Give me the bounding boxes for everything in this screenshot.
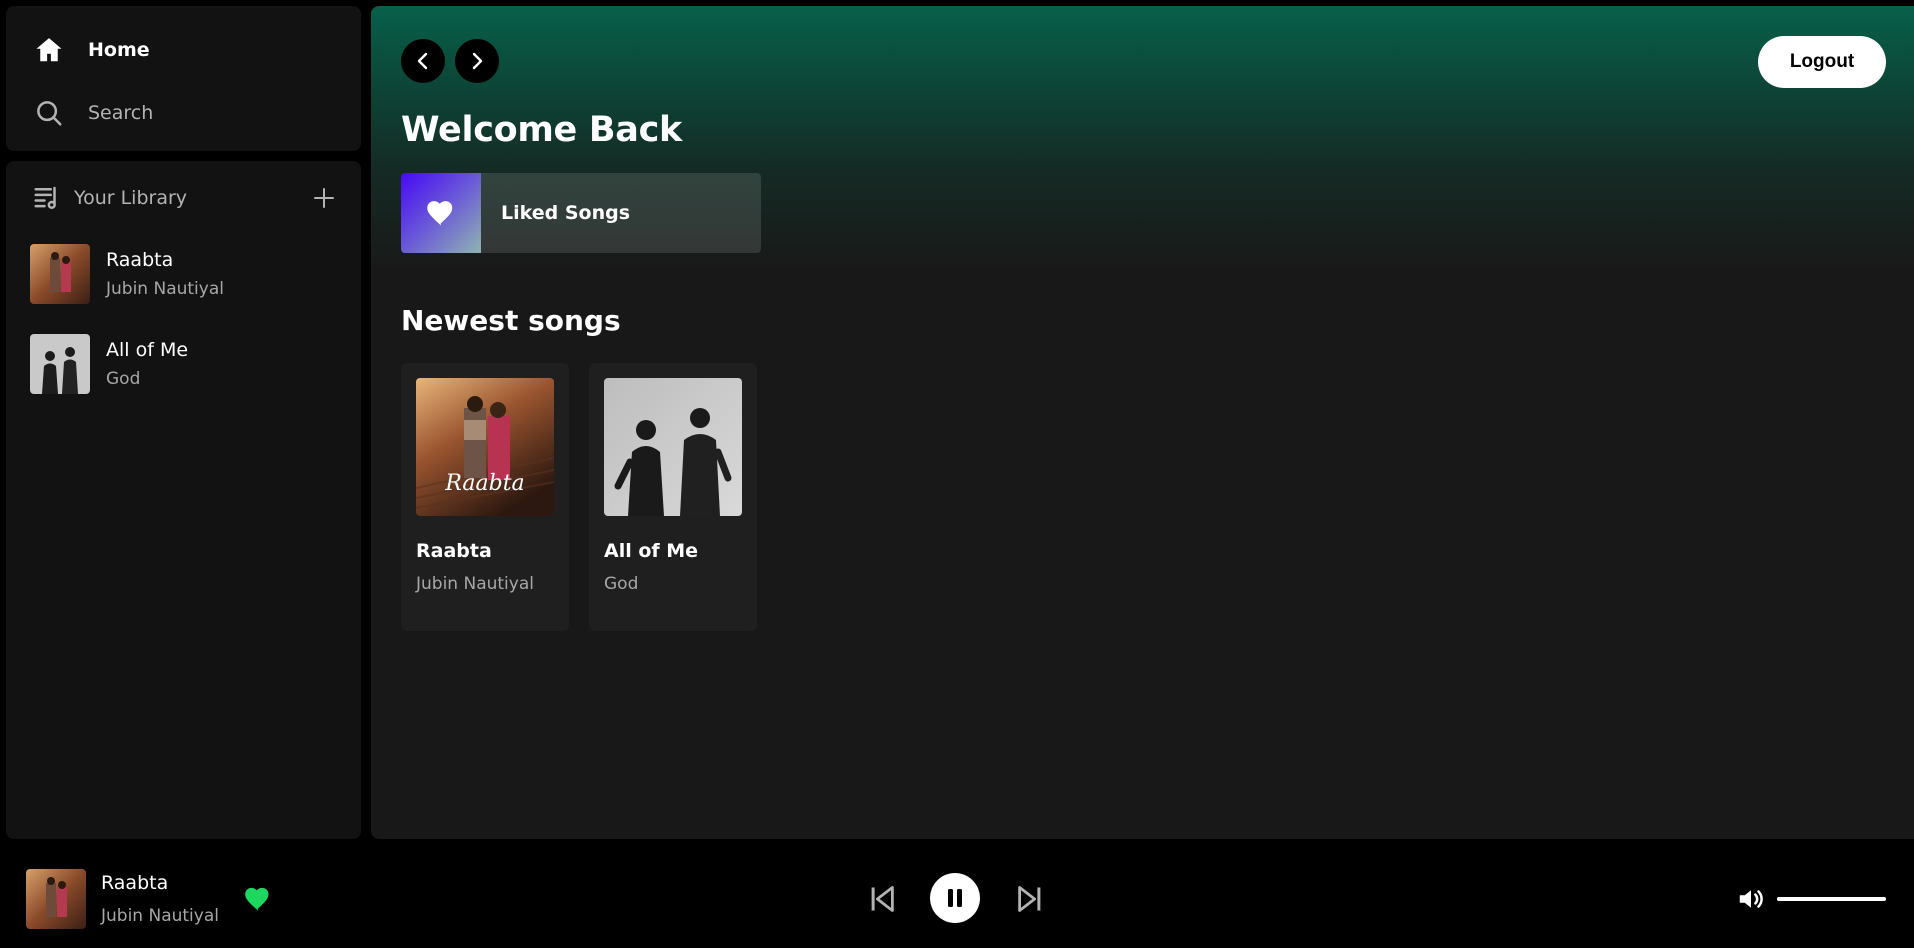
search-icon xyxy=(32,96,66,130)
library-item-artist: Jubin Nautiyal xyxy=(106,279,224,299)
liked-songs-shortcut[interactable]: Liked Songs xyxy=(401,173,761,253)
now-playing-title[interactable]: Raabta xyxy=(101,872,168,894)
logout-button[interactable]: Logout xyxy=(1758,36,1886,88)
pause-button[interactable] xyxy=(930,873,980,923)
home-icon xyxy=(32,33,66,67)
back-button[interactable] xyxy=(401,39,445,83)
player-bar: Raabta Jubin Nautiyal xyxy=(0,848,1914,948)
skip-back-icon xyxy=(871,886,894,912)
song-card-title: Raabta xyxy=(416,540,492,562)
library-item-title: Raabta xyxy=(106,249,174,271)
previous-button[interactable] xyxy=(868,884,896,914)
newest-songs-list: Raabta Raabta Jubin Nautiyal All of Me G… xyxy=(401,363,757,631)
album-art-text: Raabta xyxy=(444,471,524,496)
library-title[interactable]: Your Library xyxy=(74,187,309,209)
forward-button[interactable] xyxy=(455,39,499,83)
heart-icon xyxy=(427,201,453,226)
now-playing-artist[interactable]: Jubin Nautiyal xyxy=(101,906,219,926)
liked-songs-art xyxy=(401,173,481,253)
like-button[interactable] xyxy=(244,886,272,912)
volume-slider[interactable] xyxy=(1777,897,1886,901)
album-art-raabta xyxy=(30,244,90,304)
library-item-artist: God xyxy=(106,369,141,389)
sidebar-nav: Home Search xyxy=(6,6,361,151)
song-card-artist: God xyxy=(604,574,639,594)
library-item[interactable]: Raabta Jubin Nautiyal xyxy=(6,235,361,313)
main-content: Logout Welcome Back Liked Songs Newest s… xyxy=(371,6,1914,839)
volume-level xyxy=(1777,897,1886,901)
now-playing-art[interactable] xyxy=(26,869,86,929)
heart-filled-icon xyxy=(245,887,269,911)
album-art-raabta: Raabta xyxy=(416,378,554,516)
album-art-all-of-me xyxy=(604,378,742,516)
library-item[interactable]: All of Me God xyxy=(6,325,361,403)
next-button[interactable] xyxy=(1016,884,1044,914)
chevron-right-icon xyxy=(472,52,483,70)
add-icon[interactable] xyxy=(309,183,339,213)
pause-icon xyxy=(948,889,962,907)
chevron-left-icon xyxy=(417,52,428,70)
section-title-newest: Newest songs xyxy=(401,304,621,337)
page-title: Welcome Back xyxy=(401,110,682,150)
library-icon[interactable] xyxy=(32,183,62,213)
liked-songs-label: Liked Songs xyxy=(501,202,631,224)
song-card-artist: Jubin Nautiyal xyxy=(416,574,534,594)
library-panel: Your Library Raabta Jubin Nautiyal All o… xyxy=(6,161,361,839)
app: Home Search Your Library Raabta Jubin Na… xyxy=(0,0,1914,948)
song-card[interactable]: All of Me God xyxy=(589,363,757,631)
volume-icon xyxy=(1739,890,1763,908)
song-card[interactable]: Raabta Raabta Jubin Nautiyal xyxy=(401,363,569,631)
sidebar-item-home[interactable]: Home xyxy=(6,30,361,70)
sidebar-item-label: Home xyxy=(88,39,150,61)
library-item-title: All of Me xyxy=(106,339,189,361)
album-art-all-of-me xyxy=(30,334,90,394)
library-header: Your Library xyxy=(6,173,361,223)
song-card-title: All of Me xyxy=(604,540,699,562)
volume-button[interactable] xyxy=(1736,884,1766,914)
sidebar-item-search[interactable]: Search xyxy=(6,93,361,133)
sidebar-item-label: Search xyxy=(88,102,154,124)
skip-forward-icon xyxy=(1018,886,1041,912)
